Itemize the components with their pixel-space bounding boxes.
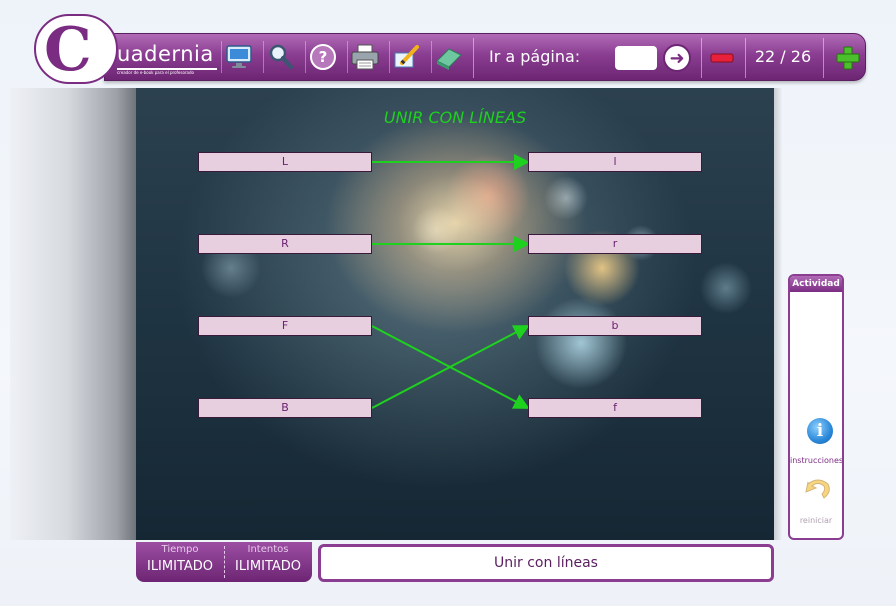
goto-page-button[interactable]: ➜ [663,44,691,72]
right-item-1[interactable]: r [528,234,702,254]
print-icon [351,44,378,70]
app-logo: C [34,14,118,84]
instructions-button[interactable]: i [807,418,833,444]
time-label: Tiempo [161,544,199,555]
edit-icon [394,45,419,68]
reset-label: reiniciar [799,516,833,525]
arrow-right-icon: ➜ [669,47,685,69]
eraser-icon [435,48,462,70]
stats-panel: Tiempo ILIMITADO Intentos ILIMITADO [136,542,312,582]
brand-tagline: creador de e-book para el profesorado [117,70,194,75]
activity-panel-title: Actividad [790,276,842,292]
time-stat: Tiempo ILIMITADO [136,542,224,582]
attempts-stat: Intentos ILIMITADO [224,542,312,582]
toolbar-separator [473,38,474,78]
toolbar-separator [745,38,746,78]
right-item-0[interactable]: l [528,152,702,172]
brand-name: uadernia [117,42,214,66]
logo-c-glyph: C [44,15,92,85]
instructions-label: instrucciones [790,456,844,465]
help-button[interactable]: ? [305,41,339,73]
minus-icon [710,53,734,63]
search-button[interactable] [263,41,297,73]
toolbar-separator [823,38,824,78]
edit-button[interactable] [389,41,423,73]
help-icon: ? [309,44,336,70]
attempts-label: Intentos [247,544,289,555]
page-counter: 22 / 26 [754,47,812,66]
left-item-0[interactable]: L [198,152,372,172]
activity-caption: Unir con líneas [318,544,774,582]
main-toolbar: uadernia creador de e-book para el profe… [104,33,866,81]
page-shadow-left [10,88,136,540]
prev-page-button[interactable] [709,47,735,69]
left-item-2[interactable]: F [198,316,372,336]
fullscreen-button[interactable] [221,41,255,73]
right-item-2[interactable]: b [528,316,702,336]
plus-icon [836,46,860,70]
search-icon [269,44,293,69]
eraser-button[interactable] [431,41,465,73]
right-item-3[interactable]: f [528,398,702,418]
monitor-icon [225,45,252,68]
print-button[interactable] [347,41,381,73]
info-icon: i [816,421,824,441]
goto-page-input[interactable] [615,46,657,70]
reset-icon[interactable] [804,474,832,504]
page-shadow-right [774,88,782,540]
left-item-1[interactable]: R [198,234,372,254]
svg-text:?: ? [318,48,327,66]
next-page-button[interactable] [835,44,861,72]
activity-stage: UNIR CON LÍNEAS LRFB lrbf [136,88,774,540]
time-value: ILIMITADO [146,559,214,574]
goto-page-label: Ir a página: [489,47,581,66]
activity-panel: Actividad i instrucciones reiniciar [788,274,844,540]
attempts-value: ILIMITADO [234,559,302,574]
toolbar-separator [701,38,702,78]
left-item-3[interactable]: B [198,398,372,418]
